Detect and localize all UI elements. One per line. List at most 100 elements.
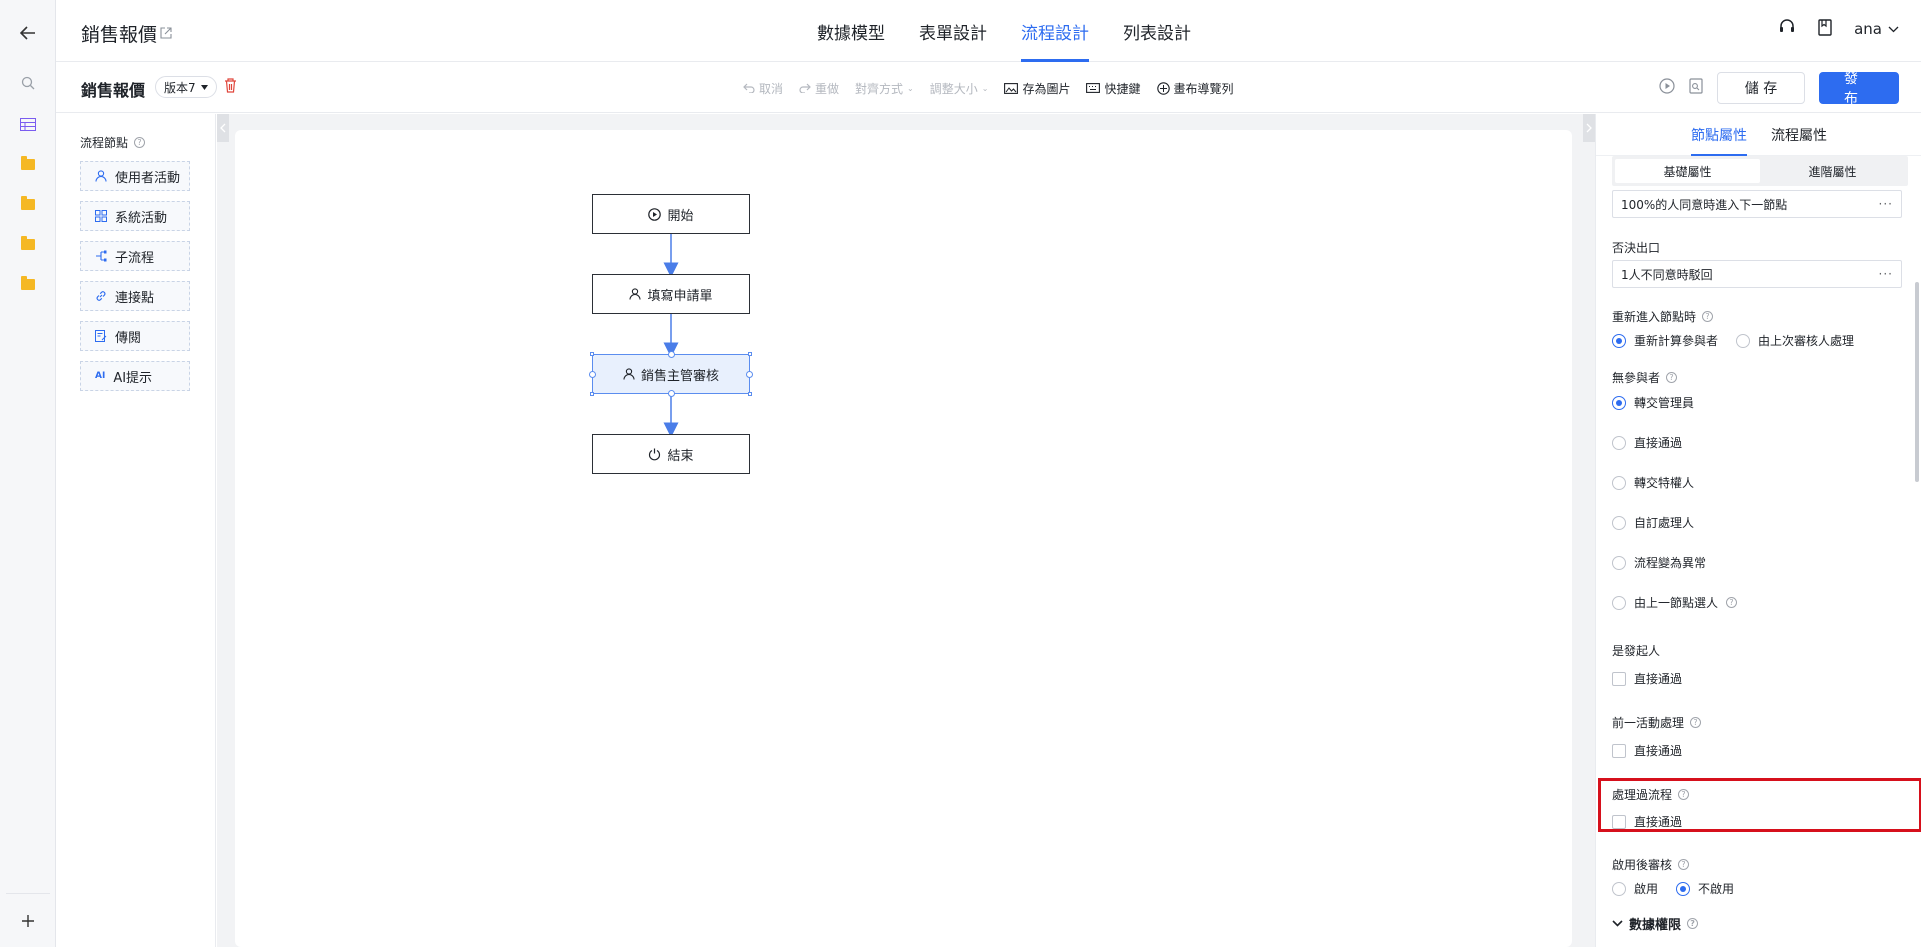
properties-subtabs: 基礎屬性 進階屬性 [1612,156,1908,186]
folder-icon[interactable] [0,144,56,184]
flow-node-sales-manager-review[interactable]: 銷售主管審核 [589,351,753,397]
user-menu[interactable]: ana [1854,20,1899,38]
connection-handle[interactable] [668,390,675,397]
publish-button[interactable]: 發 布 [1819,71,1899,107]
chevron-down-icon: ⌄ [981,83,989,93]
flow-node-start[interactable]: 開始 [592,194,750,234]
palette-title-label: 流程節點 [80,136,129,150]
search-icon[interactable] [0,63,56,103]
folder-icon[interactable] [0,224,56,264]
help-icon[interactable]: ? [1690,717,1702,728]
resize-handle[interactable] [748,392,752,396]
tab-data-model[interactable]: 數據模型 [800,0,902,62]
preview-icon[interactable] [1689,78,1703,98]
radio-enable[interactable]: 啟用 [1612,880,1658,897]
data-permission-section[interactable]: 數據權限 ? [1612,914,1699,933]
subtab-advanced[interactable]: 進階屬性 [1760,159,1905,183]
radio-option[interactable]: 轉交特權人 [1612,474,1694,491]
radio-circle [1676,881,1691,896]
help-icon[interactable]: ? [1678,789,1690,800]
save-image-button[interactable]: 存為圖片 [1004,80,1070,97]
collapse-left-handle[interactable] [217,114,229,142]
resize-handle[interactable] [590,392,594,396]
folder-icon[interactable] [0,264,56,304]
undo-button[interactable]: 取消 [743,80,783,97]
radio-option[interactable]: 轉交管理員 [1612,394,1694,411]
resize-handle[interactable] [748,352,752,356]
save-button[interactable]: 儲 存 [1717,72,1805,104]
subtab-basic[interactable]: 基礎屬性 [1615,159,1760,183]
palette-item-subprocess[interactable]: 子流程 [80,241,190,271]
tab-flow-properties[interactable]: 流程屬性 [1771,114,1827,156]
external-link-icon[interactable] [160,24,172,43]
chevron-down-icon: ⌄ [907,83,914,93]
flow-node-fill-form[interactable]: 填寫申請單 [592,274,750,314]
tab-list-design[interactable]: 列表設計 [1106,0,1208,62]
back-arrow-icon[interactable] [0,13,56,53]
radio-option[interactable]: 直接通過 [1612,434,1682,451]
processed-flow-checkbox[interactable]: 直接通過 [1612,813,1682,830]
help-icon[interactable]: ? [1666,372,1678,383]
compass-icon [1156,81,1170,95]
palette-item-user-activity[interactable]: 使用者活動 [80,161,190,191]
palette-item-connector[interactable]: 連接點 [80,281,190,311]
tab-flow-design[interactable]: 流程設計 [1004,0,1106,62]
resize-dropdown[interactable]: 調整大小 ⌄ [930,80,989,97]
reject-exit-field[interactable]: 1人不同意時駁回 ··· [1612,260,1902,288]
folder-icon[interactable] [0,184,56,224]
radio-last-reviewer[interactable]: 由上次審核人處理 [1736,332,1854,349]
delete-icon[interactable] [224,78,237,97]
palette-title: 流程節點 ? [80,134,146,151]
help-icon[interactable]: ? [1702,311,1714,322]
canvas-nav-button[interactable]: 畫布導覽列 [1156,80,1234,97]
help-icon[interactable]: ? [134,137,146,148]
radio-circle [1736,333,1751,348]
radio-circle [1612,475,1626,490]
redo-button[interactable]: 重做 [799,80,839,97]
radio-option[interactable]: 自訂處理人 [1612,514,1694,531]
connection-handle[interactable] [668,351,675,358]
tab-form-design[interactable]: 表單設計 [902,0,1004,62]
redo-label: 重做 [815,81,840,96]
play-circle-icon [648,207,662,221]
support-icon[interactable] [1778,18,1796,40]
more-icon[interactable]: ··· [1879,267,1893,281]
connection-handle[interactable] [589,371,596,378]
play-icon[interactable] [1659,78,1675,98]
radio-option[interactable]: 流程變為異常 [1612,554,1706,571]
image-icon [1004,82,1019,94]
radio-option[interactable]: 由上一節點選人? [1612,594,1738,611]
properties-scrollbar[interactable] [1915,282,1919,482]
help-icon[interactable]: ? [1726,597,1738,608]
radio-disable[interactable]: 不啟用 [1676,880,1734,897]
book-icon[interactable] [1818,18,1832,40]
chevron-right-icon [1586,123,1592,133]
approve-exit-field[interactable]: 100%的人同意時進入下一節點 ··· [1612,190,1902,218]
resize-handle[interactable] [590,352,594,356]
collapse-right-handle[interactable] [1583,114,1595,142]
grid-icon [95,210,107,222]
radio-circle [1612,595,1626,610]
tab-node-properties[interactable]: 節點屬性 [1691,114,1747,156]
shortcuts-button[interactable]: 快捷鍵 [1086,80,1141,97]
radio-recalculate[interactable]: 重新計算參與者 [1612,332,1718,349]
more-icon[interactable]: ··· [1879,197,1893,211]
help-icon[interactable]: ? [1678,859,1690,870]
prev-activity-checkbox[interactable]: 直接通過 [1612,742,1682,759]
palette-item-circulate[interactable]: 傳閱 [80,321,190,351]
align-dropdown[interactable]: 對齊方式 ⌄ [855,80,914,97]
help-icon[interactable]: ? [1687,918,1699,929]
palette-item-ai-prompt[interactable]: AI AI提示 [80,361,190,391]
connection-handle[interactable] [746,371,753,378]
approve-exit-value: 100%的人同意時進入下一節點 [1621,197,1788,212]
radio-circle [1612,881,1626,896]
version-select[interactable]: 版本7 [155,76,217,98]
initiator-checkbox[interactable]: 直接通過 [1612,670,1682,687]
left-rail [0,0,56,947]
add-icon[interactable] [0,901,56,941]
table-icon[interactable] [0,104,56,144]
radio-label: 由上次審核人處理 [1758,334,1855,348]
flow-node-end[interactable]: 結束 [592,434,750,474]
palette-item-system-activity[interactable]: 系統活動 [80,201,190,231]
flow-canvas[interactable]: 開始 填寫申請單 銷售主管審核 結束 [235,130,1572,947]
